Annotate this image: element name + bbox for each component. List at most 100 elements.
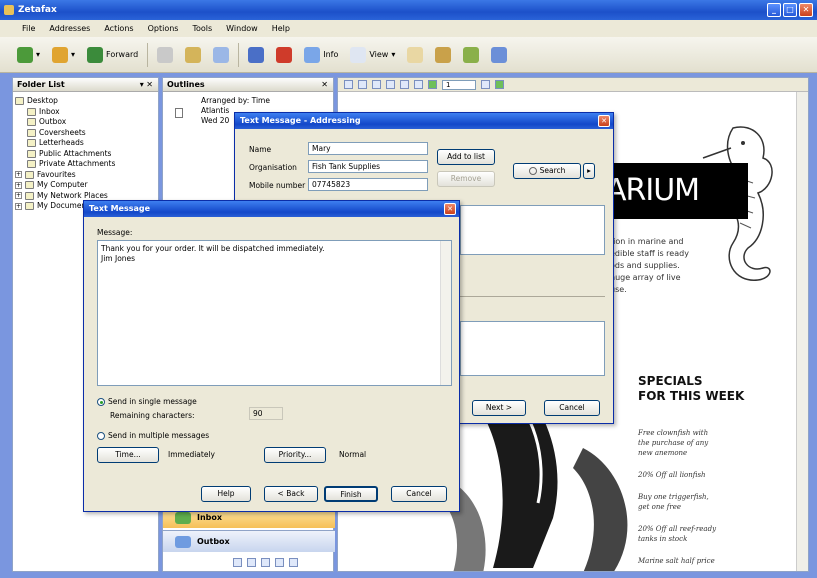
tree-item-private-attachments[interactable]: Private Attachments bbox=[15, 159, 156, 170]
next-page-icon[interactable] bbox=[495, 80, 504, 89]
tree-item-letterheads[interactable]: Letterheads bbox=[15, 138, 156, 149]
next-button[interactable]: Next > bbox=[472, 400, 526, 416]
expand-icon[interactable]: + bbox=[15, 192, 22, 200]
folder-list-header: Folder List ▾ ✕ bbox=[13, 78, 158, 92]
message-scrollbar[interactable] bbox=[440, 241, 451, 385]
add-to-list-button[interactable]: Add to list bbox=[437, 149, 495, 165]
text-message-cancel-button[interactable]: Cancel bbox=[391, 486, 447, 502]
save-button[interactable] bbox=[245, 44, 267, 66]
expand-icon[interactable]: + bbox=[15, 171, 22, 179]
info-icon bbox=[304, 46, 321, 63]
arranged-by-label[interactable]: Arranged by: Time bbox=[201, 96, 270, 106]
zoom-icon[interactable] bbox=[344, 80, 353, 89]
name-label: Name bbox=[249, 145, 272, 154]
single-message-option[interactable]: Send in single message bbox=[97, 397, 197, 406]
organisation-label: Organisation bbox=[249, 163, 297, 172]
viewer-scrollbar[interactable] bbox=[796, 92, 808, 571]
rotate-left-icon[interactable] bbox=[400, 80, 409, 89]
info-button[interactable]: Info bbox=[301, 44, 341, 66]
name-field[interactable]: Mary bbox=[308, 142, 428, 155]
move-button[interactable] bbox=[182, 44, 204, 66]
attachment-icon bbox=[27, 160, 36, 169]
tree-item-my-computer[interactable]: + My Computer bbox=[15, 180, 156, 191]
tree-item-desktop[interactable]: Desktop bbox=[15, 96, 156, 107]
expand-icon[interactable]: + bbox=[15, 181, 22, 189]
tree-item-inbox[interactable]: Inbox bbox=[15, 107, 156, 118]
delete-icon bbox=[276, 46, 293, 63]
tree-item-outbox[interactable]: Outbox bbox=[15, 117, 156, 128]
recipient-details[interactable] bbox=[460, 321, 605, 376]
inbox-icon bbox=[27, 107, 36, 116]
copy-button[interactable] bbox=[210, 44, 232, 66]
options-button[interactable] bbox=[460, 44, 482, 66]
new-message-button[interactable]: ▾ bbox=[14, 44, 43, 66]
organisation-field[interactable]: Fish Tank Supplies bbox=[308, 160, 428, 173]
addressing-cancel-button[interactable]: Cancel bbox=[544, 400, 600, 416]
rotate-right-icon[interactable] bbox=[414, 80, 423, 89]
tools-icon bbox=[435, 46, 452, 63]
folder-pane-controls[interactable]: ▾ ✕ bbox=[140, 78, 153, 92]
multiple-messages-radio[interactable] bbox=[97, 432, 105, 440]
mobile-number-field[interactable]: 07745823 bbox=[308, 178, 428, 191]
menu-file[interactable]: File bbox=[22, 24, 35, 33]
select-icon[interactable] bbox=[372, 80, 381, 89]
print-button[interactable] bbox=[154, 44, 176, 66]
tree-item-coversheets[interactable]: Coversheets bbox=[15, 128, 156, 139]
address-book-button[interactable] bbox=[404, 44, 426, 66]
remaining-characters-label: Remaining characters: bbox=[110, 411, 195, 420]
remove-button[interactable]: Remove bbox=[437, 171, 495, 187]
finish-button[interactable]: Finish bbox=[324, 486, 378, 502]
page-number-field[interactable]: 1 bbox=[442, 79, 476, 90]
copy-icon bbox=[213, 46, 230, 63]
mini-tool-icon[interactable] bbox=[233, 558, 242, 567]
options-icon bbox=[463, 46, 480, 63]
menu-addresses[interactable]: Addresses bbox=[49, 24, 90, 33]
mini-tool-icon[interactable] bbox=[261, 558, 270, 567]
menu-bar: File Addresses Actions Options Tools Win… bbox=[0, 20, 817, 37]
help-dialog-button[interactable]: Help bbox=[201, 486, 251, 502]
time-button[interactable]: Time... bbox=[97, 447, 159, 463]
expand-icon[interactable]: + bbox=[15, 202, 22, 210]
multiple-messages-option[interactable]: Send in multiple messages bbox=[97, 431, 209, 440]
previous-page-icon[interactable] bbox=[428, 80, 437, 89]
search-button[interactable]: Search bbox=[513, 163, 581, 179]
pan-icon[interactable] bbox=[386, 80, 395, 89]
text-message-close-button[interactable]: ✕ bbox=[444, 203, 456, 215]
special-item: 20% Off all lionfish bbox=[638, 471, 706, 479]
delete-button[interactable] bbox=[273, 44, 295, 66]
forward-button[interactable]: Forward bbox=[84, 44, 141, 66]
tree-item-favourites[interactable]: + Favourites bbox=[15, 170, 156, 181]
inbox-icon bbox=[175, 512, 191, 524]
menu-window[interactable]: Window bbox=[226, 24, 258, 33]
single-message-radio[interactable] bbox=[97, 398, 105, 406]
message-textarea[interactable]: Thank you for your order. It will be dis… bbox=[97, 240, 452, 386]
letterhead-icon bbox=[27, 139, 36, 148]
maximize-button[interactable]: □ bbox=[783, 3, 797, 17]
tree-item-public-attachments[interactable]: Public Attachments bbox=[15, 149, 156, 160]
help-icon bbox=[491, 46, 508, 63]
back-button[interactable]: < Back bbox=[264, 486, 318, 502]
outline-bar-outbox[interactable]: Outbox bbox=[163, 530, 335, 552]
mini-tool-icon[interactable] bbox=[275, 558, 284, 567]
priority-button[interactable]: Priority... bbox=[264, 447, 326, 463]
menu-tools[interactable]: Tools bbox=[192, 24, 212, 33]
fit-page-icon[interactable] bbox=[358, 80, 367, 89]
help-button[interactable] bbox=[488, 44, 510, 66]
menu-help[interactable]: Help bbox=[272, 24, 290, 33]
addressing-close-button[interactable]: ✕ bbox=[598, 115, 610, 127]
mini-tool-icon[interactable] bbox=[247, 558, 256, 567]
view-button[interactable]: View ▾ bbox=[347, 44, 398, 66]
reply-button[interactable]: ▾ bbox=[49, 44, 78, 66]
recipient-list[interactable] bbox=[460, 205, 605, 255]
search-dropdown-button[interactable]: ▸ bbox=[583, 163, 595, 179]
tools-button[interactable] bbox=[432, 44, 454, 66]
menu-options[interactable]: Options bbox=[148, 24, 179, 33]
page-spinner-icon[interactable] bbox=[481, 80, 490, 89]
menu-actions[interactable]: Actions bbox=[104, 24, 133, 33]
mini-tool-icon[interactable] bbox=[289, 558, 298, 567]
outlines-close-icon[interactable]: ✕ bbox=[321, 78, 328, 92]
attachment-icon bbox=[27, 149, 36, 158]
search-icon bbox=[528, 167, 537, 175]
close-button[interactable]: ✕ bbox=[799, 3, 813, 17]
minimize-button[interactable]: _ bbox=[767, 3, 781, 17]
